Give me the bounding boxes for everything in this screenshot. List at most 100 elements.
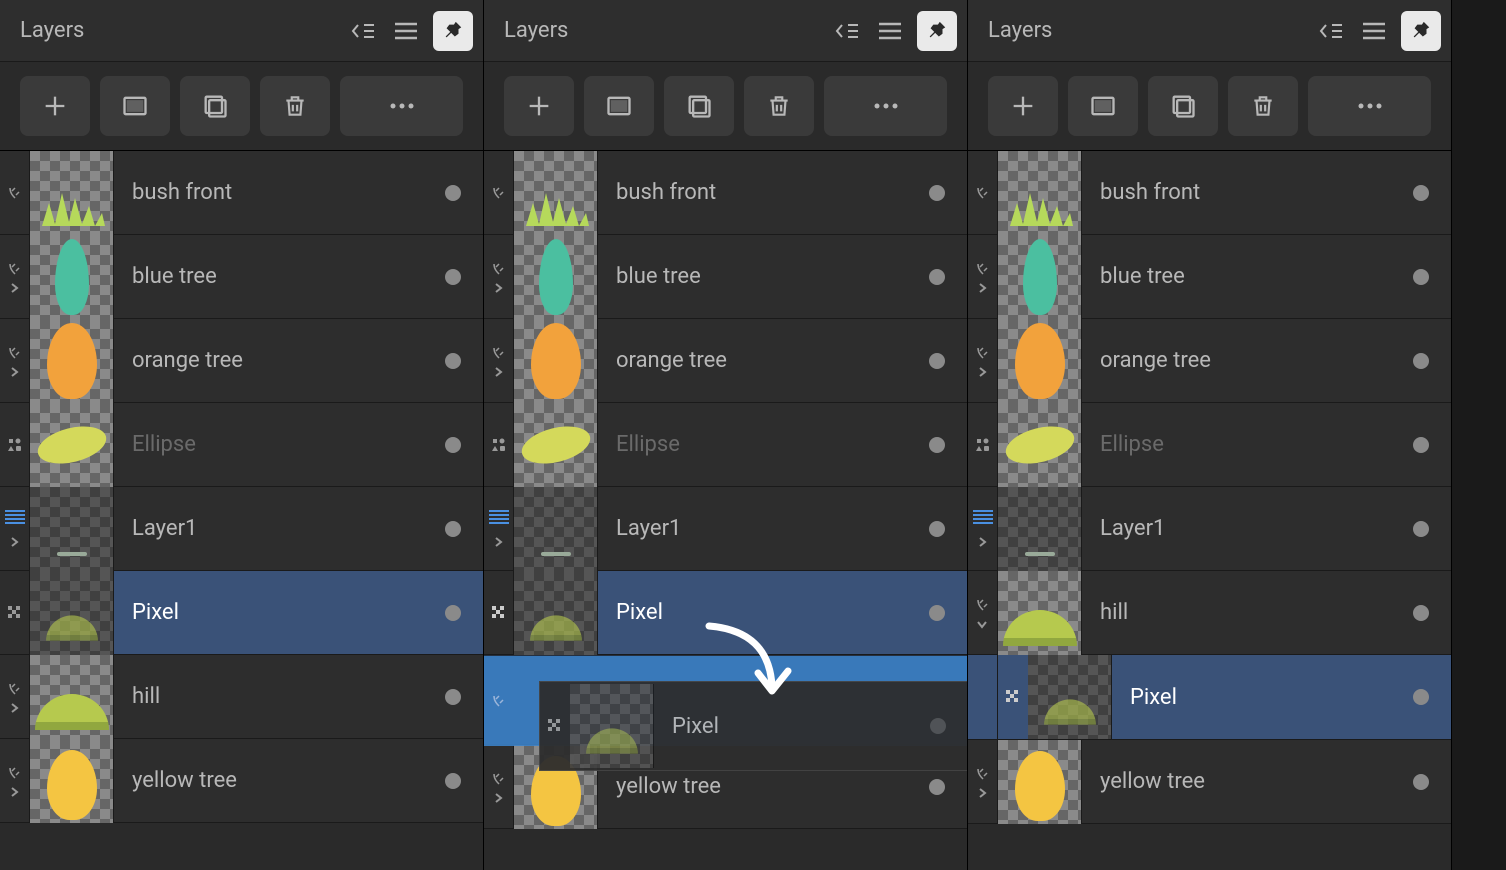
layer-handle[interactable] [968,403,998,486]
layer-handle[interactable] [484,571,514,654]
layer-handle[interactable] [0,487,30,570]
layer-handle[interactable] [0,235,30,318]
layer-handle[interactable] [968,740,998,823]
layer-row-pixel-nested[interactable]: Pixel [998,655,1451,739]
menu-icon[interactable] [389,14,423,48]
layer-handle[interactable] [484,235,514,318]
folder-button[interactable] [180,76,250,136]
expand-icon[interactable] [492,279,506,293]
visibility-toggle[interactable] [929,521,945,537]
visibility-toggle[interactable] [445,689,461,705]
collapse-icon[interactable] [976,615,990,629]
layer-handle[interactable] [484,319,514,402]
expand-icon[interactable] [976,784,990,798]
folder-button[interactable] [664,76,734,136]
visibility-toggle[interactable] [929,779,945,795]
mask-button[interactable] [1068,76,1138,136]
add-button[interactable] [988,76,1058,136]
layer-row-orange-tree[interactable]: orange tree [484,319,967,403]
layer-row-ellipse[interactable]: Ellipse [968,403,1451,487]
collapse-icon[interactable] [1313,14,1347,48]
layer-row-orange-tree[interactable]: orange tree [968,319,1451,403]
layer-handle[interactable] [968,235,998,318]
pin-button[interactable] [433,11,473,51]
layer-row-orange-tree[interactable]: orange tree [0,319,483,403]
visibility-toggle[interactable] [1413,605,1429,621]
layer-row-pixel[interactable]: Pixel [484,571,967,655]
expand-icon[interactable] [492,363,506,377]
visibility-toggle[interactable] [929,605,945,621]
add-button[interactable] [504,76,574,136]
layer-handle[interactable] [0,151,30,234]
layer-handle[interactable] [0,319,30,402]
delete-button[interactable] [1228,76,1298,136]
layer-row-bush-front[interactable]: bush front [968,151,1451,235]
folder-button[interactable] [1148,76,1218,136]
pin-button[interactable] [917,11,957,51]
layer-handle[interactable] [0,403,30,486]
layer-handle[interactable] [968,319,998,402]
expand-icon[interactable] [8,783,22,797]
expand-icon[interactable] [976,533,990,547]
menu-icon[interactable] [1357,14,1391,48]
dragging-layer-ghost[interactable]: Pixel [539,681,967,771]
visibility-toggle[interactable] [445,521,461,537]
layer-handle[interactable] [0,655,30,738]
layer-row-blue-tree[interactable]: blue tree [0,235,483,319]
layer-handle[interactable] [0,739,30,822]
more-button[interactable] [1308,76,1431,136]
expand-icon[interactable] [976,363,990,377]
expand-icon[interactable] [8,533,22,547]
layer-row-layer1[interactable]: Layer1 [0,487,483,571]
visibility-toggle[interactable] [445,353,461,369]
layer-handle[interactable] [484,151,514,234]
more-button[interactable] [340,76,463,136]
add-button[interactable] [20,76,90,136]
expand-icon[interactable] [976,279,990,293]
delete-button[interactable] [744,76,814,136]
visibility-toggle[interactable] [1413,774,1429,790]
visibility-toggle[interactable] [1413,269,1429,285]
layer-row-blue-tree[interactable]: blue tree [968,235,1451,319]
delete-button[interactable] [260,76,330,136]
collapse-icon[interactable] [829,14,863,48]
visibility-toggle[interactable] [1413,185,1429,201]
expand-icon[interactable] [8,363,22,377]
layer-row-yellow-tree[interactable]: yellow tree [968,740,1451,824]
expand-icon[interactable] [492,533,506,547]
expand-icon[interactable] [8,699,22,713]
layer-row-pixel[interactable]: Pixel [0,571,483,655]
visibility-toggle[interactable] [929,353,945,369]
layer-row-bush-front[interactable]: bush front [484,151,967,235]
layer-row-layer1[interactable]: Layer1 [968,487,1451,571]
layer-row-ellipse[interactable]: Ellipse [484,403,967,487]
collapse-icon[interactable] [345,14,379,48]
visibility-toggle[interactable] [1413,353,1429,369]
expand-icon[interactable] [8,279,22,293]
visibility-toggle[interactable] [1413,689,1429,705]
menu-icon[interactable] [873,14,907,48]
layer-row-yellow-tree[interactable]: yellow tree [0,739,483,823]
visibility-toggle[interactable] [445,269,461,285]
visibility-toggle[interactable] [445,185,461,201]
pin-button[interactable] [1401,11,1441,51]
layer-handle[interactable] [484,745,514,828]
layer-row-hill[interactable]: hill [968,571,1451,655]
layer-row-hill[interactable]: hill [0,655,483,739]
mask-button[interactable] [584,76,654,136]
visibility-toggle[interactable] [1413,437,1429,453]
visibility-toggle[interactable] [1413,521,1429,537]
layer-handle[interactable] [968,571,998,654]
layer-row-blue-tree[interactable]: blue tree [484,235,967,319]
layer-handle[interactable] [484,487,514,570]
layer-row-ellipse[interactable]: Ellipse [0,403,483,487]
expand-icon[interactable] [492,789,506,803]
visibility-toggle[interactable] [445,437,461,453]
visibility-toggle[interactable] [445,773,461,789]
layer-row-bush-front[interactable]: bush front [0,151,483,235]
layer-handle[interactable] [0,571,30,654]
more-button[interactable] [824,76,947,136]
layer-row-layer1[interactable]: Layer1 [484,487,967,571]
visibility-toggle[interactable] [929,437,945,453]
layer-handle[interactable] [484,403,514,486]
